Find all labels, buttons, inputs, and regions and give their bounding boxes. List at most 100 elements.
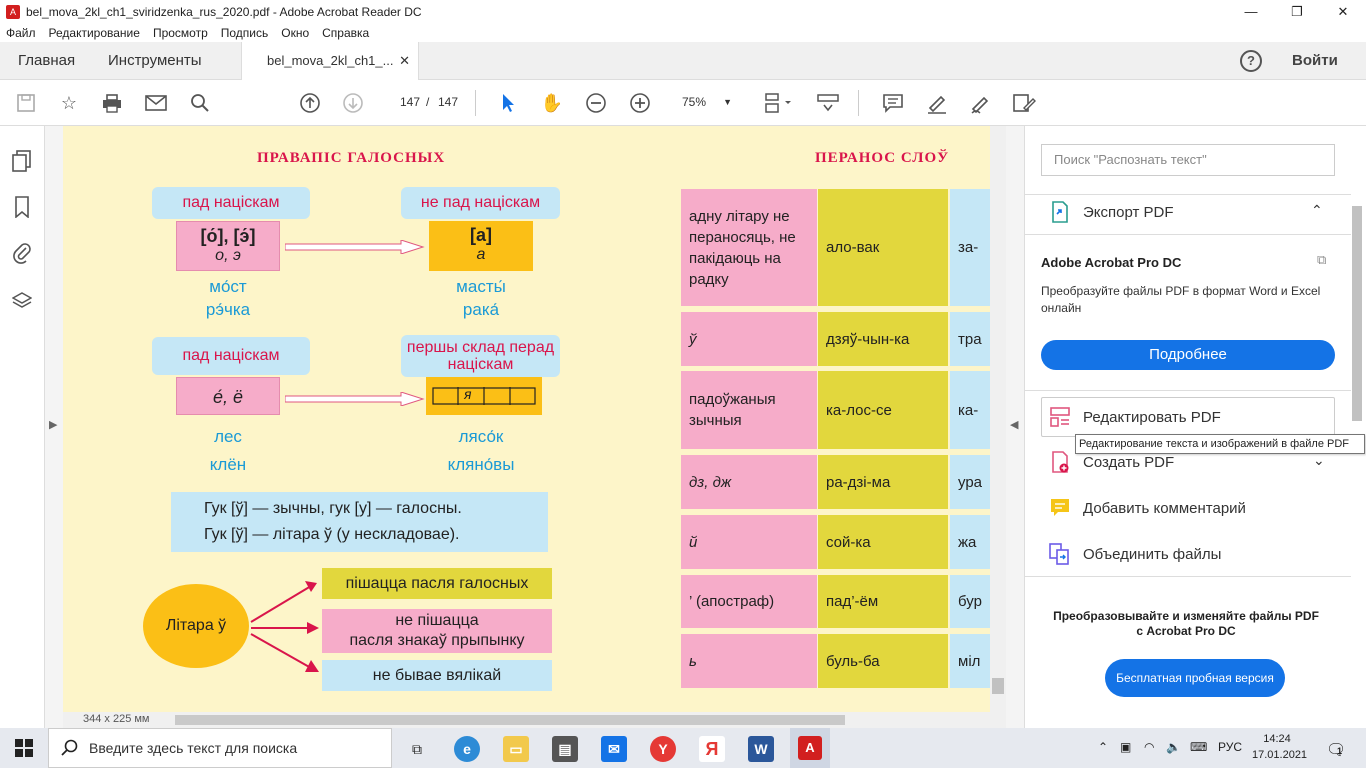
free-trial-button[interactable]: Бесплатная пробная версия	[1105, 659, 1285, 697]
word-icon[interactable]: W	[748, 736, 774, 762]
vertical-scroll-thumb[interactable]	[992, 678, 1004, 694]
help-icon[interactable]: ?	[1240, 50, 1262, 72]
mail-icon[interactable]: ✉	[601, 736, 627, 762]
page-thumbnails-icon[interactable]	[11, 150, 33, 172]
next-page-icon[interactable]	[340, 90, 366, 116]
maximize-button[interactable]: ❐	[1274, 0, 1320, 24]
table-row-6-rule: ’ (апостраф)	[681, 575, 817, 628]
usage-after-punctuation: не пішацца пасля знакаў прыпынку	[322, 609, 552, 653]
menu-sign[interactable]: Подпись	[221, 26, 269, 40]
comment-icon[interactable]	[880, 90, 906, 116]
heading-vowels: ПРАВАПІС ГАЛОСНЫХ	[257, 150, 446, 166]
select-cursor-icon[interactable]	[495, 90, 521, 116]
hand-tool-icon[interactable]: ✋	[539, 90, 565, 116]
usage-after-punctuation-line-1: не пішацца	[395, 612, 479, 629]
bookmarks-icon[interactable]	[11, 196, 33, 218]
taskbar-search[interactable]: Введите здесь текст для поиска	[48, 728, 392, 768]
keyboard-icon[interactable]: ⌨	[1190, 740, 1207, 754]
layers-icon[interactable]	[11, 290, 33, 312]
yandex-browser-icon[interactable]: Y	[650, 736, 676, 762]
vertical-scrollbar[interactable]	[990, 126, 1006, 712]
menu-window[interactable]: Окно	[281, 26, 309, 40]
tray-app-icon[interactable]: ▣	[1120, 740, 1131, 754]
tools-pane-scrollbar[interactable]	[1352, 206, 1362, 421]
task-view-icon[interactable]: ⧉	[404, 736, 430, 762]
prev-page-icon[interactable]	[297, 90, 323, 116]
add-comment-icon	[1049, 497, 1071, 519]
store-icon[interactable]: ▤	[552, 736, 578, 762]
close-button[interactable]: ✕	[1320, 0, 1366, 24]
box-stressed-vowels: [о́], [э́] о, э	[176, 221, 280, 271]
table-row-5-rule: й	[681, 515, 817, 569]
export-pdf-tool[interactable]: Экспорт PDF	[1049, 201, 1174, 223]
tab-tools[interactable]: Инструменты	[108, 42, 202, 80]
zoom-select[interactable]: 75% ▼	[670, 88, 742, 116]
table-row-1-example-2: за-	[950, 189, 990, 306]
combine-files-icon	[1049, 543, 1071, 565]
menu-file[interactable]: Файл	[6, 26, 36, 40]
promo-text: Преобразовывайте и изменяйте файлы PDF с…	[1053, 609, 1319, 638]
menu-help[interactable]: Справка	[322, 26, 369, 40]
tray-chevron-up-icon[interactable]: ⌃	[1098, 740, 1108, 754]
menu-view[interactable]: Просмотр	[153, 26, 208, 40]
box-e-yo: е́, ё	[176, 377, 280, 415]
combine-files-tool[interactable]: Объединить файлы	[1049, 543, 1221, 565]
clock[interactable]: 14:24 17.01.2021	[1252, 731, 1307, 763]
page-number-input[interactable]: 147	[393, 88, 427, 116]
table-row-7-example: буль-ба	[818, 634, 948, 688]
file-explorer-icon[interactable]: ▭	[503, 736, 529, 762]
save-icon[interactable]	[13, 90, 39, 116]
attachments-icon[interactable]	[11, 242, 33, 264]
add-comment-tool[interactable]: Добавить комментарий	[1049, 497, 1246, 519]
copy-icon[interactable]: ⧉	[1317, 252, 1326, 268]
wifi-icon[interactable]: ◠	[1144, 740, 1154, 754]
find-zoom-icon[interactable]	[187, 90, 213, 116]
highlight-pen-icon[interactable]	[924, 90, 950, 116]
page-layout-icon[interactable]	[760, 90, 796, 116]
signin-button[interactable]: Войти	[1292, 42, 1338, 80]
right-panel-toggle[interactable]: ◀	[1006, 126, 1024, 728]
acrobat-app-icon: A	[6, 5, 20, 19]
table-row-6-example: пад’-ём	[818, 575, 948, 628]
volume-icon[interactable]: 🔈	[1166, 740, 1181, 754]
yandex-icon[interactable]: Я	[699, 736, 725, 762]
menu-edit[interactable]: Редактирование	[49, 26, 140, 40]
more-button[interactable]: Подробнее	[1041, 340, 1335, 370]
left-panel-toggle[interactable]: ▶	[45, 126, 63, 728]
chevron-down-icon: ▼	[723, 97, 732, 107]
table-row-1-example: ало-вак	[818, 189, 948, 306]
label-pretonic-syllable: першы склад перад націскам	[401, 335, 560, 377]
table-row-7-example-2: міл	[950, 634, 990, 688]
bookmark-star-icon[interactable]: ☆	[56, 90, 82, 116]
sign-pen-icon[interactable]	[968, 90, 994, 116]
heading-hyphenation: ПЕРАНОС СЛОЎ	[815, 150, 950, 166]
search-input[interactable]: Поиск "Распознать текст"	[1041, 144, 1335, 176]
chevron-up-icon[interactable]: ⌃	[1311, 202, 1323, 219]
tab-document[interactable]: bel_mova_2kl_ch1_... ✕	[241, 42, 419, 81]
chevron-down-icon[interactable]: ⌄	[1313, 452, 1325, 469]
fit-page-icon[interactable]	[815, 90, 841, 116]
windows-logo-icon	[15, 739, 33, 757]
start-button[interactable]	[0, 728, 48, 768]
close-tab-icon[interactable]: ✕	[399, 42, 410, 80]
word-klyon: клён	[209, 455, 247, 474]
word-klyanovy: кляно́вы	[447, 455, 515, 474]
create-pdf-tool[interactable]: Создать PDF	[1049, 451, 1174, 473]
edge-browser-icon[interactable]: e	[454, 736, 480, 762]
syllable-scheme-diagram	[432, 387, 536, 405]
tab-home[interactable]: Главная	[18, 42, 75, 80]
zoom-out-icon[interactable]	[583, 90, 609, 116]
language-indicator[interactable]: РУС	[1218, 740, 1242, 754]
print-icon[interactable]	[99, 90, 125, 116]
create-pdf-icon	[1049, 451, 1071, 473]
acrobat-taskbar-button[interactable]: A	[790, 728, 830, 768]
title-bar: A bel_mova_2kl_ch1_sviridzenka_rus_2020.…	[0, 0, 1366, 24]
zoom-in-icon[interactable]	[627, 90, 653, 116]
horizontal-scroll-thumb[interactable]	[175, 715, 845, 725]
email-icon[interactable]	[143, 90, 169, 116]
minimize-button[interactable]: —	[1228, 0, 1274, 24]
fill-sign-icon[interactable]	[1011, 90, 1037, 116]
horizontal-scrollbar[interactable]: 344 x 225 мм	[63, 712, 1006, 728]
edit-pdf-tool[interactable]: Редактировать PDF	[1049, 406, 1221, 428]
pro-title: Adobe Acrobat Pro DC	[1041, 255, 1182, 270]
